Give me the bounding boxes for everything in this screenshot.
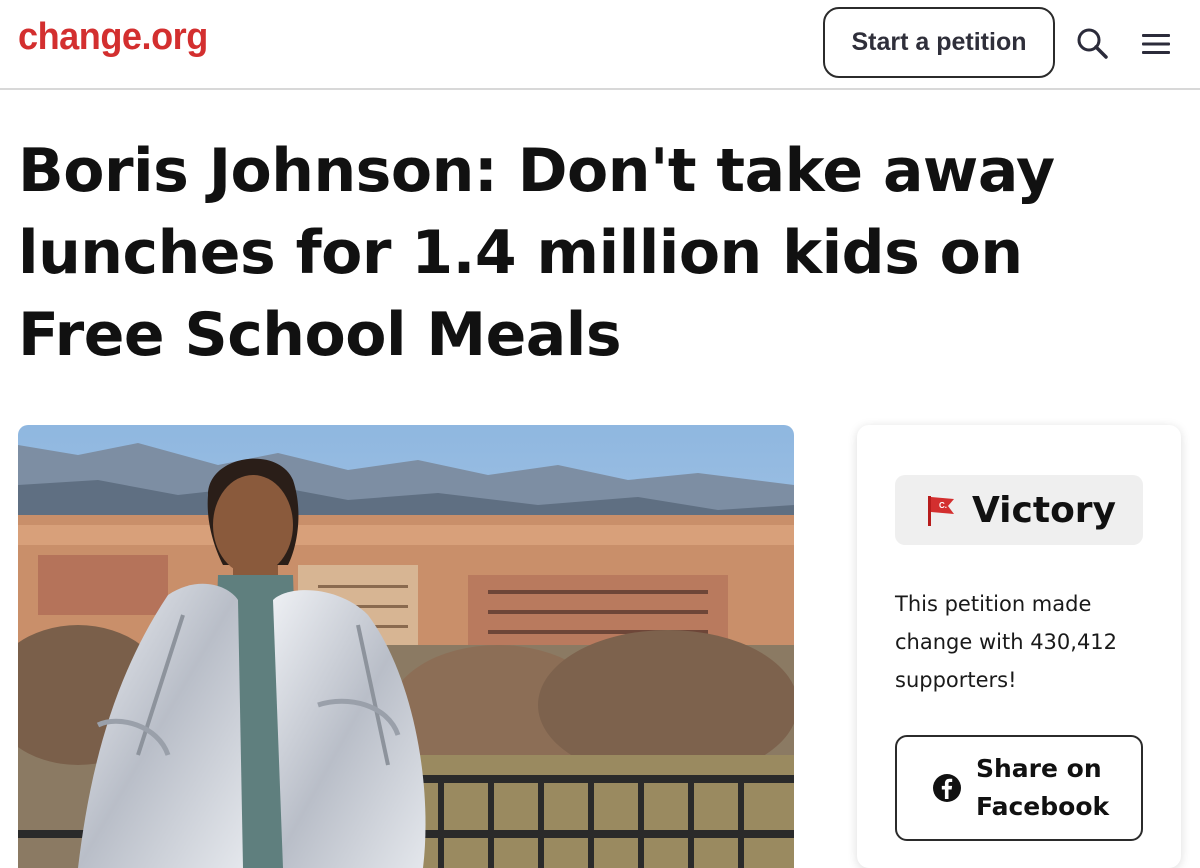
- start-petition-button[interactable]: Start a petition: [823, 7, 1055, 78]
- petition-status-card: C. Victory This petition made change wit…: [857, 425, 1181, 868]
- share-on-facebook-button[interactable]: Share on Facebook: [895, 735, 1143, 841]
- victory-label: Victory: [971, 489, 1117, 531]
- hamburger-menu-icon[interactable]: [1140, 30, 1172, 58]
- change-org-logo[interactable]: change.org: [18, 16, 208, 59]
- victory-flag-icon: C.: [922, 492, 958, 528]
- supporters-text: This petition made change with 430,412 s…: [895, 592, 1118, 692]
- victory-badge: C. Victory: [895, 475, 1143, 545]
- share-on-facebook-label: Share on Facebook: [976, 754, 1110, 821]
- petition-photo: [18, 425, 794, 868]
- top-nav-bar: change.org Start a petition: [0, 0, 1200, 90]
- petition-title: Boris Johnson: Don't take away lunches f…: [18, 136, 1055, 370]
- search-icon[interactable]: [1074, 26, 1110, 62]
- svg-text:C.: C.: [939, 501, 947, 510]
- facebook-icon: [932, 773, 962, 803]
